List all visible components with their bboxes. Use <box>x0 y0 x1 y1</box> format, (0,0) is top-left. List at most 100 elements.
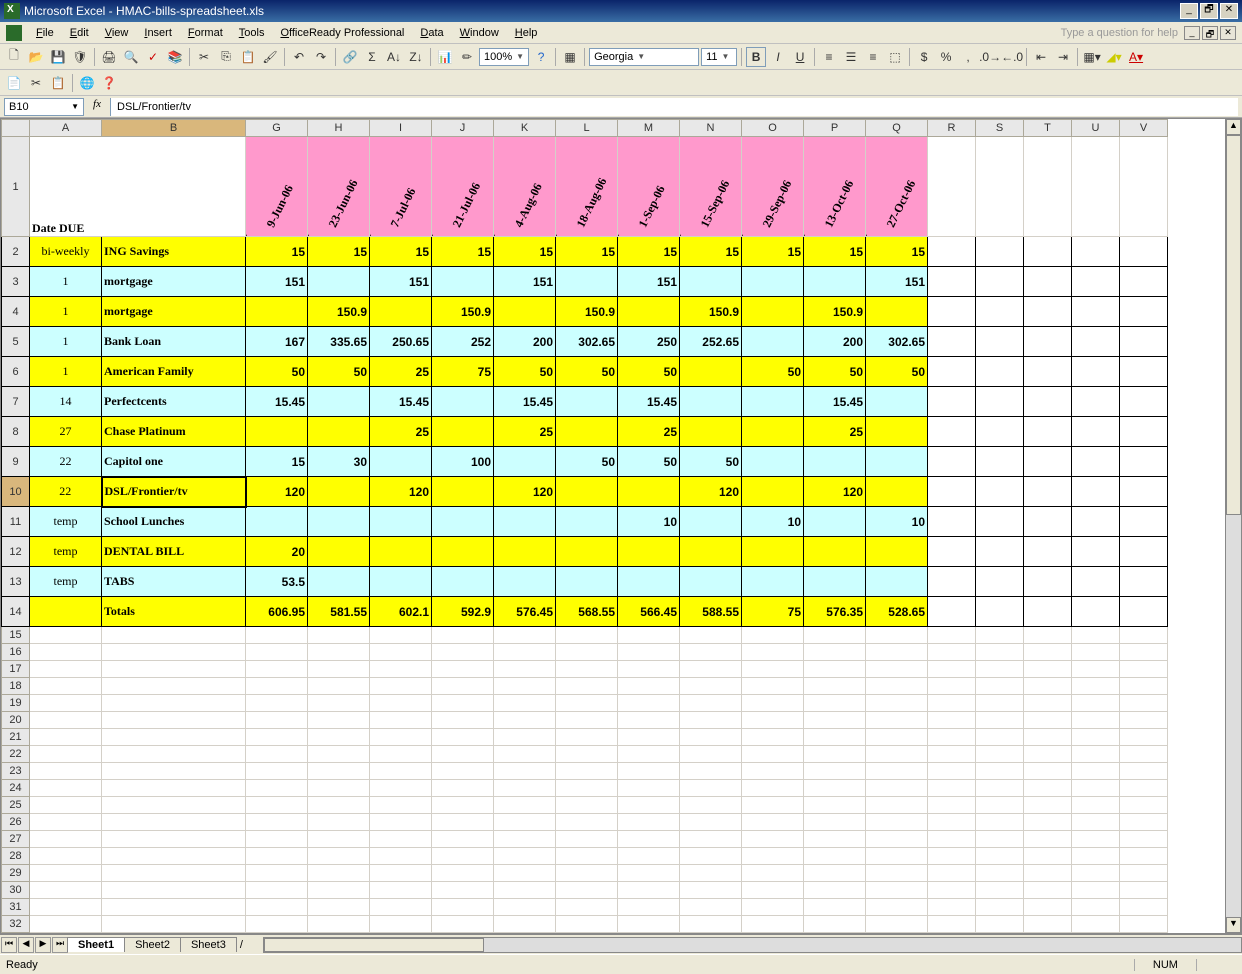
cell-value[interactable]: 15 <box>494 237 556 267</box>
empty-cell[interactable] <box>976 763 1024 780</box>
cell-value[interactable] <box>742 417 804 447</box>
date-header[interactable]: 9-Jun-06 <box>246 137 308 237</box>
empty-cell[interactable] <box>928 814 976 831</box>
cell-value[interactable]: 10 <box>618 507 680 537</box>
fill-color-icon[interactable]: ◢▾ <box>1104 47 1124 67</box>
empty-cell[interactable] <box>742 814 804 831</box>
cell-value[interactable]: 15 <box>804 237 866 267</box>
col-header-I[interactable]: I <box>370 120 432 137</box>
empty-cell[interactable] <box>866 865 928 882</box>
row-header-23[interactable]: 23 <box>2 763 30 780</box>
tb2-icon-3[interactable]: 📋 <box>48 73 68 93</box>
cell-value[interactable]: 150.9 <box>804 297 866 327</box>
tb2-icon-5[interactable]: ❓ <box>99 73 119 93</box>
col-header-R[interactable]: R <box>928 120 976 137</box>
cell-value[interactable] <box>432 567 494 597</box>
empty-cell[interactable] <box>1120 797 1168 814</box>
empty-cell[interactable] <box>680 678 742 695</box>
empty-cell[interactable] <box>308 695 370 712</box>
cut-icon[interactable]: ✂ <box>194 47 214 67</box>
tb2-icon-2[interactable]: ✂ <box>26 73 46 93</box>
undo-icon[interactable]: ↶ <box>289 47 309 67</box>
cell-value[interactable]: 20 <box>246 537 308 567</box>
empty-cell[interactable] <box>494 712 556 729</box>
col-header-G[interactable]: G <box>246 120 308 137</box>
tab-nav-first[interactable]: ⏮ <box>1 937 17 953</box>
empty-cell[interactable] <box>494 780 556 797</box>
empty-cell[interactable] <box>928 746 976 763</box>
cell-value[interactable]: 592.9 <box>432 597 494 627</box>
empty-cell[interactable] <box>432 712 494 729</box>
align-right-icon[interactable]: ≡ <box>863 47 883 67</box>
empty-cell[interactable] <box>494 831 556 848</box>
empty-cell[interactable] <box>30 627 102 644</box>
empty-cell[interactable] <box>1120 644 1168 661</box>
cell-due[interactable]: 1 <box>30 357 102 387</box>
empty-cell[interactable] <box>102 644 246 661</box>
close-button[interactable]: ✕ <box>1220 3 1238 19</box>
cell-value[interactable] <box>432 507 494 537</box>
empty-cell[interactable] <box>804 831 866 848</box>
copy-icon[interactable]: ⎘ <box>216 47 236 67</box>
empty-cell[interactable] <box>1024 746 1072 763</box>
empty-cell[interactable] <box>494 916 556 933</box>
empty-cell[interactable] <box>30 695 102 712</box>
cell-value[interactable]: 10 <box>742 507 804 537</box>
cell-value[interactable] <box>494 567 556 597</box>
cell-value[interactable] <box>308 387 370 417</box>
empty-cell[interactable] <box>1024 865 1072 882</box>
align-center-icon[interactable]: ☰ <box>841 47 861 67</box>
empty-cell[interactable] <box>370 797 432 814</box>
cell-value[interactable]: 50 <box>866 357 928 387</box>
empty-cell[interactable] <box>246 746 308 763</box>
empty-cell[interactable] <box>556 831 618 848</box>
empty-cell[interactable] <box>1024 848 1072 865</box>
empty-cell[interactable] <box>246 797 308 814</box>
cell-value[interactable]: 335.65 <box>308 327 370 357</box>
empty-cell[interactable] <box>102 627 246 644</box>
empty-cell[interactable] <box>928 780 976 797</box>
cell-value[interactable] <box>742 477 804 507</box>
date-header[interactable]: 15-Sep-06 <box>680 137 742 237</box>
empty-cell[interactable] <box>976 814 1024 831</box>
empty-cell[interactable] <box>246 780 308 797</box>
redo-icon[interactable]: ↷ <box>311 47 331 67</box>
empty-cell[interactable] <box>1072 916 1120 933</box>
empty-cell[interactable] <box>928 916 976 933</box>
spell-icon[interactable]: ✓ <box>143 47 163 67</box>
empty-cell[interactable] <box>102 678 246 695</box>
empty-cell[interactable] <box>432 729 494 746</box>
empty-cell[interactable] <box>1120 780 1168 797</box>
empty-cell[interactable] <box>494 899 556 916</box>
empty-cell[interactable] <box>432 695 494 712</box>
permission-icon[interactable]: 🛡 <box>70 47 90 67</box>
empty-cell[interactable] <box>370 746 432 763</box>
row-header-8[interactable]: 8 <box>2 417 30 447</box>
empty-cell[interactable] <box>1072 814 1120 831</box>
cell-value[interactable]: 151 <box>866 267 928 297</box>
empty-cell[interactable] <box>370 916 432 933</box>
cell-value[interactable] <box>866 297 928 327</box>
empty-cell[interactable] <box>102 729 246 746</box>
empty-cell[interactable] <box>30 814 102 831</box>
cell-value[interactable]: 25 <box>370 417 432 447</box>
empty-cell[interactable] <box>976 627 1024 644</box>
empty-cell[interactable] <box>976 661 1024 678</box>
empty-cell[interactable] <box>976 644 1024 661</box>
cell-value[interactable]: 120 <box>804 477 866 507</box>
empty-cell[interactable] <box>680 627 742 644</box>
cell-value[interactable]: 15 <box>866 237 928 267</box>
name-box[interactable]: B10▼ <box>4 98 84 116</box>
menu-data[interactable]: Data <box>412 25 451 41</box>
cell-value[interactable]: 75 <box>742 597 804 627</box>
hyperlink-icon[interactable]: 🔗 <box>340 47 360 67</box>
align-left-icon[interactable]: ≡ <box>819 47 839 67</box>
cell-value[interactable] <box>680 567 742 597</box>
empty-cell[interactable] <box>1072 797 1120 814</box>
inc-decimal-icon[interactable]: .0→ <box>980 47 1000 67</box>
cell-value[interactable] <box>866 567 928 597</box>
cell-value[interactable] <box>742 567 804 597</box>
empty-cell[interactable] <box>494 678 556 695</box>
font-color-icon[interactable]: A▾ <box>1126 47 1146 67</box>
row-header-21[interactable]: 21 <box>2 729 30 746</box>
